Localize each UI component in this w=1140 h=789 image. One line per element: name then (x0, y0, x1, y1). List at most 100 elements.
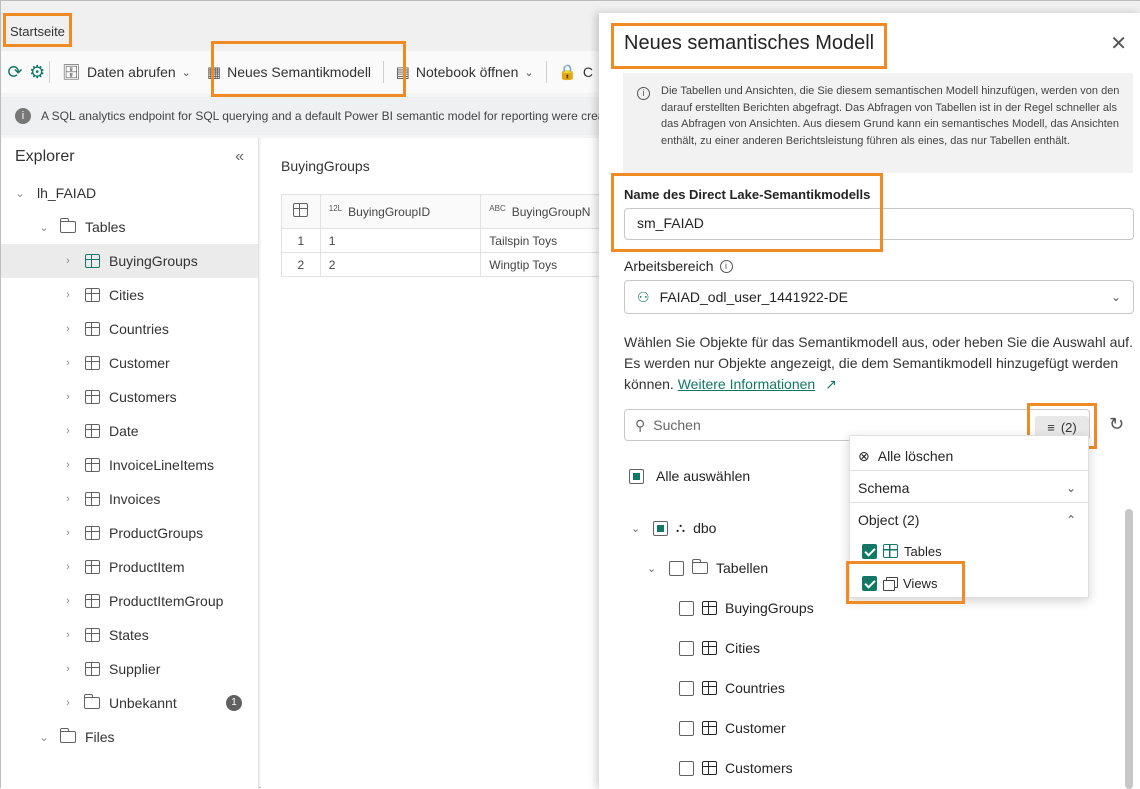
tree-item-table[interactable]: › ProductGroups (1, 516, 258, 550)
table-label: Customers (109, 389, 177, 405)
tree-item-table[interactable]: › Supplier (1, 652, 258, 686)
tree-item-tables-folder[interactable]: ⌄ Tabellen (647, 559, 768, 576)
object-table-row[interactable]: Customers (679, 760, 793, 776)
close-icon[interactable]: ✕ (1110, 31, 1127, 56)
tree-item-table[interactable]: › Cities (1, 278, 258, 312)
divider (850, 470, 1088, 471)
chevron-down-icon: ⌄ (1065, 481, 1076, 495)
tree-item-tables-folder[interactable]: ⌄ Tables (1, 210, 258, 244)
tree-item-table[interactable]: › InvoiceLineItems (1, 448, 258, 482)
workspace-dropdown[interactable]: ⚇ FAIAD_odl_user_1441922-DE ⌄ (624, 280, 1134, 314)
info-icon[interactable]: i (719, 259, 733, 273)
column-header[interactable]: ABC BuyingGroupN (480, 194, 601, 229)
tree-item-table[interactable]: › BuyingGroups (1, 244, 258, 278)
collapse-pane-icon[interactable]: « (235, 148, 244, 166)
tables-checkbox[interactable] (862, 543, 877, 559)
grid-corner[interactable] (281, 194, 321, 229)
type-icon: ABC (489, 204, 506, 213)
chevron-right-icon[interactable]: › (61, 493, 75, 505)
column-header[interactable]: 12L BuyingGroupID (319, 194, 482, 229)
cell: 2 (319, 252, 482, 277)
workspace-people-icon: ⚇ (637, 288, 650, 305)
search-icon: ⚲ (635, 416, 646, 433)
chevron-down-icon[interactable]: ⌄ (631, 522, 645, 535)
object-checkbox[interactable] (679, 760, 694, 776)
tree-item-table[interactable]: › ProductItem (1, 550, 258, 584)
chevron-right-icon[interactable]: › (61, 425, 75, 437)
table-label: ProductItemGroup (109, 593, 224, 609)
tree-item-table[interactable]: › Customers (1, 380, 258, 414)
truncated-toolbar-button[interactable]: 🔒 C (550, 56, 601, 88)
chevron-right-icon[interactable]: › (61, 391, 75, 403)
object-checkbox[interactable] (679, 720, 694, 736)
data-preview: BuyingGroups 12L BuyingGroupID ABC BuyingG… (261, 138, 601, 789)
external-link-icon[interactable]: ↗ (825, 376, 837, 392)
chevron-down-icon[interactable]: ⌄ (37, 221, 51, 234)
workspace-label: Arbeitsbereich (624, 258, 714, 274)
info-banner: i A SQL analytics endpoint for SQL query… (1, 97, 601, 135)
chevron-right-icon[interactable]: › (61, 629, 75, 641)
tree-item-table[interactable]: › ProductItemGroup (1, 584, 258, 618)
info-icon: i (637, 87, 650, 100)
clear-all-item[interactable]: ⊗ Alle löschen (850, 444, 1088, 468)
object-table-row[interactable]: Countries (679, 680, 785, 696)
object-table-row[interactable]: Customer (679, 720, 786, 736)
refresh-icon[interactable]: ⟳ (7, 59, 23, 85)
chevron-right-icon[interactable]: › (61, 595, 75, 607)
chevron-right-icon[interactable]: › (61, 289, 75, 301)
chevron-right-icon[interactable]: › (61, 697, 75, 709)
object-table-row[interactable]: Cities (679, 640, 760, 656)
select-all-row[interactable]: Alle auswählen (629, 468, 750, 484)
tree-item-schema[interactable]: ⌄ ⛬ dbo (631, 520, 716, 536)
select-all-checkbox[interactable] (629, 468, 644, 484)
chevron-right-icon[interactable]: › (61, 459, 75, 471)
database-icon: 🗄 (61, 64, 81, 81)
chevron-right-icon[interactable]: › (61, 323, 75, 335)
lakehouse-label: lh_FAIAD (37, 185, 97, 201)
panel-title: Neues semantisches Modell (611, 23, 888, 69)
refresh-icon[interactable]: ↻ (1109, 414, 1124, 435)
chevron-right-icon[interactable]: › (61, 663, 75, 675)
tables-folder-checkbox[interactable] (669, 560, 684, 576)
object-label: Customer (725, 720, 786, 736)
chevron-right-icon[interactable]: › (61, 561, 75, 573)
new-semantic-model-panel: Neues semantisches Modell ✕ i Die Tabell… (599, 13, 1140, 789)
schema-section[interactable]: Schema ⌄ (850, 474, 1088, 502)
object-checkbox[interactable] (679, 680, 694, 696)
open-notebook-button[interactable]: ▤ Notebook öffnen ⌄ (388, 56, 542, 88)
settings-gear-icon[interactable]: ⚙ (29, 59, 45, 85)
table-label: Customer (109, 355, 170, 371)
toolbar-divider (545, 61, 547, 83)
type-icon: 12L (328, 204, 343, 213)
folder-icon (84, 694, 100, 709)
table-label: States (109, 627, 149, 643)
object-section[interactable]: Object (2) ⌃ (850, 506, 1088, 534)
get-data-button[interactable]: 🗄 Daten abrufen ⌄ (54, 56, 199, 88)
object-table-row[interactable]: BuyingGroups (679, 600, 814, 616)
object-checkbox[interactable] (679, 640, 694, 656)
tree-item-table[interactable]: › States (1, 618, 258, 652)
tree-item-lakehouse[interactable]: ⌄ lh_FAIAD (1, 176, 258, 210)
scrollbar[interactable] (1125, 509, 1133, 789)
tab-home[interactable]: Startseite (3, 13, 72, 47)
chevron-right-icon[interactable]: › (61, 357, 75, 369)
chevron-right-icon[interactable]: › (61, 255, 75, 267)
schema-checkbox[interactable] (653, 520, 668, 536)
tree-item-table[interactable]: › Invoices (1, 482, 258, 516)
tables-option[interactable]: Tables (850, 540, 1088, 562)
chevron-down-icon[interactable]: ⌄ (37, 731, 51, 744)
tree-item-unknown-folder[interactable]: › Unbekannt 1 (1, 686, 258, 720)
chevron-down-icon[interactable]: ⌄ (647, 562, 661, 575)
more-info-link[interactable]: Weitere Informationen (678, 376, 815, 392)
tree-item-table[interactable]: › Customer (1, 346, 258, 380)
table-icon (84, 662, 100, 676)
chevron-down-icon[interactable]: ⌄ (13, 187, 27, 200)
row-number: 1 (281, 228, 321, 253)
workspace-label-row: Arbeitsbereich i (624, 258, 733, 274)
tree-item-table[interactable]: › Date (1, 414, 258, 448)
object-checkbox[interactable] (679, 600, 694, 616)
chevron-right-icon[interactable]: › (61, 527, 75, 539)
tree-item-table[interactable]: › Countries (1, 312, 258, 346)
clear-filter-icon: ⊗ (858, 447, 870, 464)
tree-item-files-folder[interactable]: ⌄ Files (1, 720, 258, 754)
